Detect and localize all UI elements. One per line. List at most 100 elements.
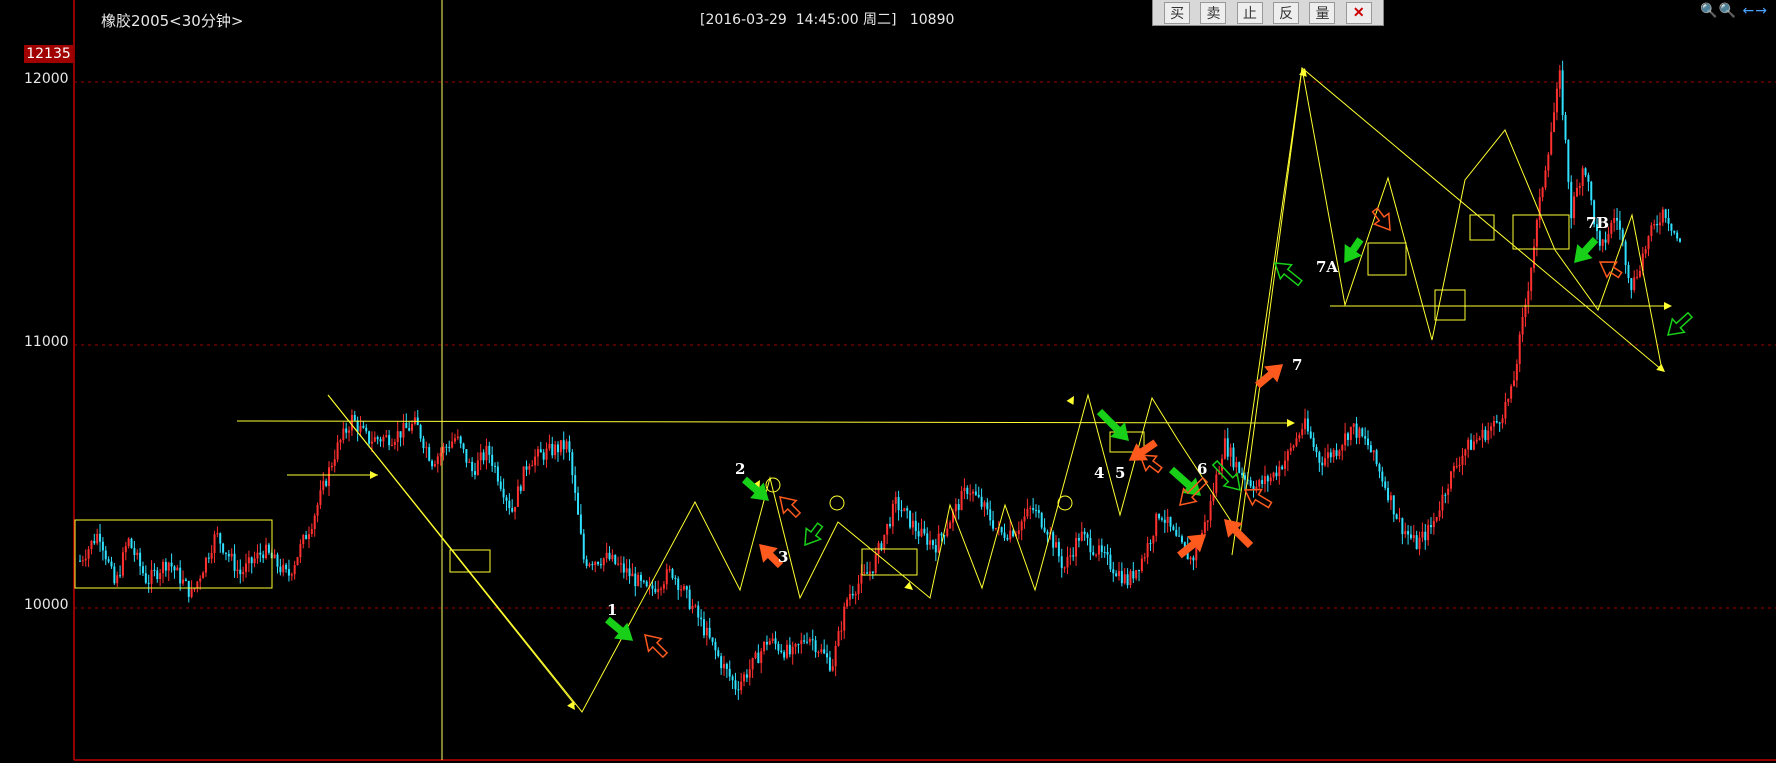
candle-body [1097, 545, 1100, 555]
candle-body [1461, 455, 1464, 465]
candle-body [1103, 551, 1106, 553]
candle-body [1404, 531, 1407, 535]
candle-body [1326, 452, 1329, 459]
candle-body [496, 466, 499, 482]
sell-button[interactable]: 卖 [1200, 1, 1227, 24]
candle-body [1046, 531, 1049, 535]
candle-body [350, 414, 353, 431]
candle-body [1538, 197, 1541, 220]
candle-body [342, 428, 345, 441]
candle-body [1658, 222, 1661, 226]
candle-body [156, 570, 159, 580]
candle-body [934, 545, 937, 553]
candle-body [411, 424, 414, 431]
candle-body [1292, 445, 1295, 448]
candle-body [210, 553, 213, 559]
candle-body [1034, 510, 1037, 512]
candle-body [1055, 542, 1058, 548]
candle-body [662, 584, 665, 589]
candle-body [1243, 475, 1246, 480]
candle-body [116, 575, 119, 584]
candle-body [791, 646, 794, 655]
candle-body [1387, 487, 1390, 501]
close-icon[interactable]: ✕ [1345, 1, 1372, 24]
candle-body [731, 676, 734, 681]
candle-body [688, 589, 691, 609]
candle-body [1616, 217, 1619, 221]
candle-body [353, 414, 356, 421]
buy-arrow [1255, 364, 1284, 389]
zoom-controls[interactable]: 🔍🔍 ←→ [1700, 3, 1768, 19]
candle-body [697, 605, 700, 618]
candle-body [96, 533, 99, 544]
candle-body [236, 569, 239, 571]
candle-body [983, 502, 986, 507]
candle-body [1192, 557, 1195, 561]
annotation-label-7A: 7A [1316, 258, 1338, 276]
cursor-info: [2016-03-29 14:45:00 周二] 10890 [700, 12, 955, 28]
candle-body [276, 554, 279, 567]
candle-body [1072, 555, 1075, 557]
candle-body [1630, 278, 1633, 290]
candle-body [1467, 439, 1470, 450]
price-chart[interactable]: 1 2 3 4 5 6 7 7A 7B [0, 0, 1776, 763]
candle-body [1495, 421, 1498, 423]
candle-body [840, 630, 843, 632]
candle-body [940, 533, 943, 536]
candle-body [889, 523, 892, 527]
candle-body [1269, 477, 1272, 482]
candle-body [1009, 530, 1012, 540]
reverse-button[interactable]: 反 [1273, 1, 1300, 24]
candle-body [451, 441, 454, 448]
candle-body [81, 560, 84, 562]
candle-body [539, 449, 542, 453]
candle-body [1547, 154, 1550, 171]
candle-body [319, 490, 322, 505]
candle-body [1166, 516, 1169, 523]
candle-body [107, 559, 110, 562]
candle-body [256, 552, 259, 559]
candle-body [436, 456, 439, 464]
volume-button[interactable]: 量 [1309, 1, 1336, 24]
candle-body [119, 575, 122, 577]
candle-body [1089, 537, 1092, 553]
candle-body [1475, 439, 1478, 442]
candle-body [994, 527, 997, 529]
candle-body [1450, 471, 1453, 489]
candle-body [525, 466, 528, 470]
candle-body [468, 461, 471, 463]
candle-body [139, 552, 142, 567]
candle-body [113, 566, 116, 584]
candle-body [1392, 495, 1395, 515]
candle-body [1129, 571, 1132, 586]
candle-body [1584, 168, 1587, 176]
candle-body [1063, 567, 1066, 569]
candle-body [926, 533, 929, 545]
candle-body [1661, 209, 1664, 223]
candle-body [130, 538, 133, 549]
candle-body [788, 644, 791, 655]
candle-body [828, 657, 831, 671]
candle-body [777, 643, 780, 651]
candle-body [1324, 458, 1327, 466]
candle-body [574, 475, 577, 493]
candle-body [1281, 466, 1284, 469]
candle-body [453, 438, 456, 442]
candle-body [502, 488, 505, 498]
candle-body [339, 440, 342, 443]
candle-body [1378, 464, 1381, 472]
range-box [1367, 242, 1407, 276]
candle-body [87, 549, 90, 559]
candle-body [714, 641, 717, 651]
candle-body [390, 444, 393, 446]
candle-body [1052, 532, 1055, 548]
candle-body [1367, 438, 1370, 446]
candle-body [1020, 521, 1023, 531]
candle-body [285, 564, 288, 570]
candle-body [1481, 429, 1484, 439]
candle-body [871, 571, 874, 573]
candle-body [153, 569, 156, 571]
candle-body [505, 497, 508, 501]
stop-button[interactable]: 止 [1236, 1, 1263, 24]
buy-button[interactable]: 买 [1164, 1, 1191, 24]
